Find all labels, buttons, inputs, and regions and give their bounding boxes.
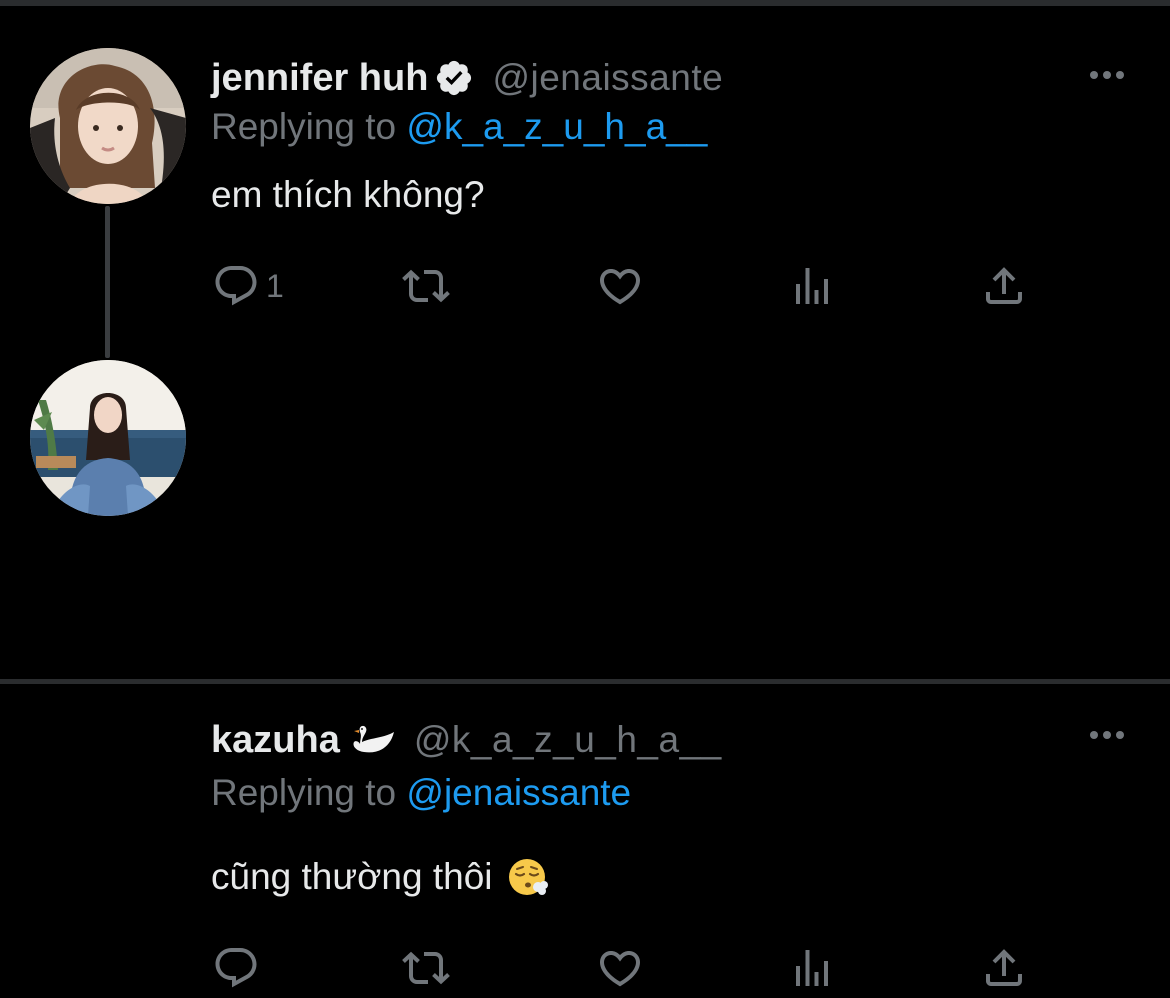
more-icon[interactable] [1082,60,1132,90]
views-button[interactable] [788,256,836,316]
retweet-button[interactable] [402,938,450,998]
share-button[interactable] [980,938,1028,998]
analytics-icon [796,950,828,986]
avatar[interactable] [30,48,186,204]
more-icon[interactable] [1082,720,1132,750]
reply-count: 1 [266,267,284,304]
tweet-text-content: em thích không? [211,174,485,215]
reply-icon [215,948,257,988]
verified-badge-icon [434,58,474,98]
retweet-button[interactable] [402,256,450,316]
share-icon [986,949,1022,986]
views-button[interactable] [788,938,836,998]
display-name[interactable]: jennifer huh [211,57,428,100]
analytics-icon [796,268,828,304]
reply-button[interactable]: 1 [212,256,284,316]
replying-to: Replying to @k_a_z_u_h_a__ [211,106,707,148]
tweet-text-content: cũng thường thôi [211,856,493,897]
replying-to-label: Replying to [211,772,397,813]
user-handle[interactable]: @k_a_z_u_h_a__ [414,719,722,761]
reply-button[interactable] [212,938,266,998]
replying-to: Replying to @jenaissante [211,772,631,814]
avatar[interactable] [30,360,186,516]
swan-emoji [350,722,396,758]
replying-to-handle-link[interactable]: @jenaissante [406,772,631,813]
display-name[interactable]: kazuha [211,719,340,762]
tweet[interactable]: jennifer huh @jenaissante Replying to @k… [0,0,1170,358]
tweet-header: kazuha @k_a_z_u_h_a__ [211,716,722,764]
retweet-icon [402,269,450,303]
tweet[interactable]: kazuha @k_a_z_u_h_a__ Replying to @jenai… [0,340,1170,988]
tweet-text: cũng thường thôi [211,856,549,898]
face-exhaling-emoji [507,856,549,898]
user-handle[interactable]: @jenaissante [492,57,723,99]
like-button[interactable] [596,256,644,316]
tweet-text: em thích không? [211,174,485,216]
heart-icon [599,951,641,987]
avatar-photo [30,360,186,516]
heart-icon [599,269,641,305]
share-icon [986,267,1022,304]
tweet-actions [0,938,1170,998]
like-button[interactable] [596,938,644,998]
replying-to-label: Replying to [211,106,397,147]
retweet-icon [402,951,450,985]
tweet-header: jennifer huh @jenaissante [211,54,723,102]
reply-icon [215,266,257,306]
tweet-actions: 1 [0,256,1170,316]
replying-to-handle-link[interactable]: @k_a_z_u_h_a__ [406,106,707,147]
avatar-photo [30,48,186,204]
share-button[interactable] [980,256,1028,316]
bottom-divider [0,679,1170,684]
